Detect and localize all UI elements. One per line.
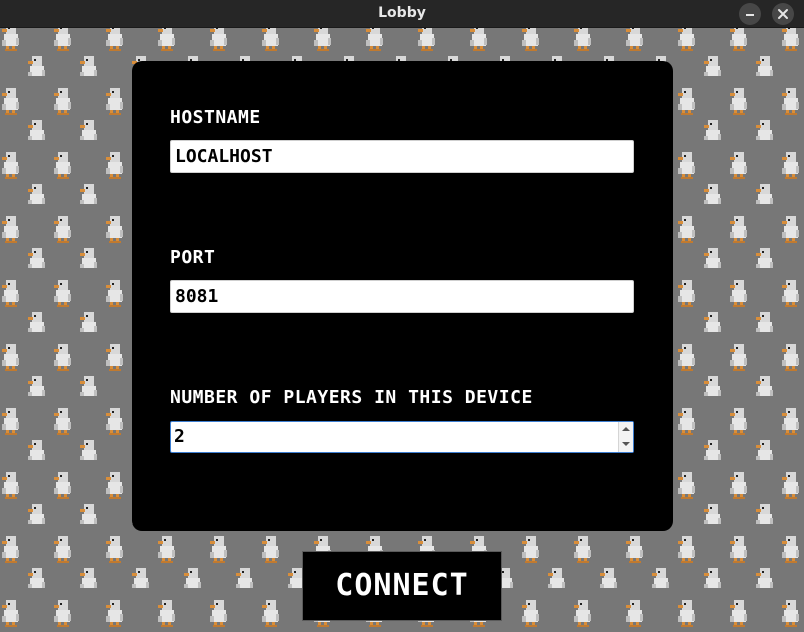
window-title: Lobby: [378, 5, 426, 21]
connection-panel: HOSTNAME PORT NUMBER OF PLAYERS IN THIS …: [132, 61, 673, 531]
minimize-icon: [746, 14, 754, 16]
close-button[interactable]: [772, 3, 794, 25]
connect-button[interactable]: CONNECT: [302, 551, 502, 621]
increment-button[interactable]: [619, 422, 633, 437]
chevron-down-icon: [622, 442, 630, 446]
players-label: NUMBER OF PLAYERS IN THIS DEVICE: [170, 387, 533, 408]
close-icon: [778, 9, 788, 19]
players-spinbox[interactable]: [170, 421, 634, 453]
hostname-input[interactable]: [170, 140, 634, 173]
decrement-button[interactable]: [619, 437, 633, 452]
title-bar[interactable]: Lobby: [0, 0, 804, 28]
port-input[interactable]: [170, 280, 634, 313]
minimize-button[interactable]: [739, 3, 761, 25]
chevron-up-icon: [622, 427, 630, 431]
lobby-window: Lobby HOSTNAME LOCALHOST PORT 8081 NUMBE…: [0, 0, 804, 632]
players-input[interactable]: [171, 422, 619, 452]
hostname-label: HOSTNAME: [170, 107, 261, 128]
players-stepper[interactable]: [618, 422, 633, 452]
port-label: PORT: [170, 247, 216, 268]
